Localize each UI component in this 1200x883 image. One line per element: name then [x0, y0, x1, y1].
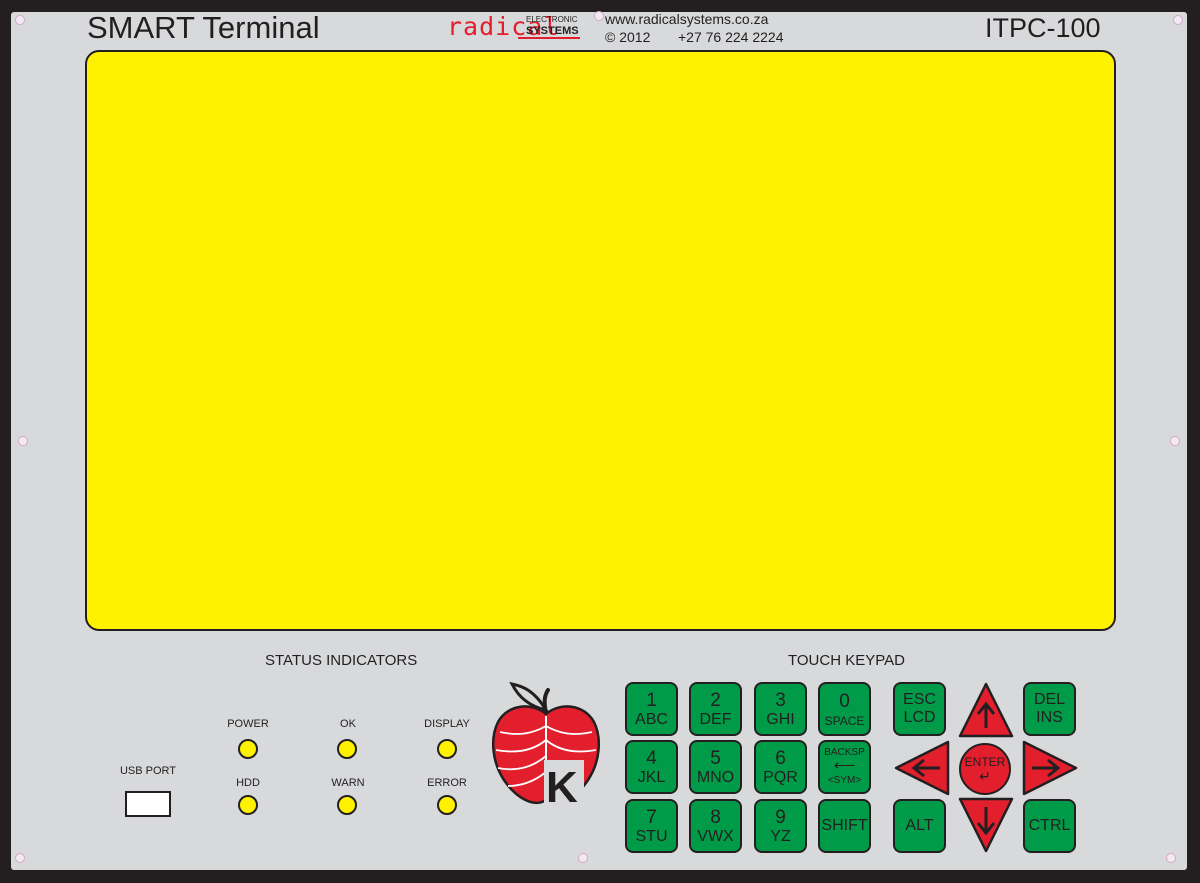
- hdd-led: [238, 795, 258, 815]
- key-5[interactable]: 5 MNO: [689, 740, 742, 794]
- key-0-space[interactable]: 0 SPACE: [818, 682, 871, 736]
- key-4-number: 4: [646, 747, 657, 769]
- power-led: [238, 739, 258, 759]
- status-indicators-heading: STATUS INDICATORS: [265, 652, 418, 669]
- screw-bottom-right: [1166, 853, 1176, 863]
- key-ctrl-label: CTRL: [1028, 817, 1071, 834]
- key-4-letters: JKL: [637, 768, 666, 786]
- key-6[interactable]: 6 PQR: [754, 740, 807, 794]
- key-backspace-sym: <SYM>: [827, 775, 862, 786]
- key-8[interactable]: 8 VWX: [689, 799, 742, 853]
- screw-bottom-center: [578, 853, 588, 863]
- key-5-letters: MNO: [696, 768, 735, 786]
- key-0-number: 0: [839, 690, 850, 712]
- key-3-number: 3: [775, 689, 786, 711]
- key-backspace[interactable]: BACKSP ⟵ <SYM>: [818, 740, 871, 794]
- key-shift[interactable]: SHIFT: [818, 799, 871, 853]
- key-ctrl[interactable]: CTRL: [1023, 799, 1076, 853]
- key-8-letters: VWX: [697, 827, 734, 845]
- touch-keypad-heading: TOUCH KEYPAD: [788, 652, 905, 669]
- error-led: [437, 795, 457, 815]
- lcd-display[interactable]: [85, 50, 1116, 631]
- key-9[interactable]: 9 YZ: [754, 799, 807, 853]
- key-7-number: 7: [646, 806, 657, 828]
- screw-top-left: [15, 15, 25, 25]
- display-led: [437, 739, 457, 759]
- arrow-right-button[interactable]: [1022, 740, 1078, 796]
- ok-led: [337, 739, 357, 759]
- key-2[interactable]: 2 DEF: [689, 682, 742, 736]
- model-number: ITPC-100: [985, 13, 1101, 43]
- key-1-number: 1: [646, 689, 657, 711]
- phone-text: +27 76 224 2224: [678, 29, 784, 45]
- device-title: SMART Terminal: [87, 10, 320, 45]
- backspace-arrow-icon: ⟵: [833, 757, 856, 774]
- brand-logo-subtitle-1: ELECTRONIC: [526, 15, 578, 24]
- led-label-power: POWER: [227, 718, 269, 730]
- key-9-number: 9: [775, 806, 786, 828]
- key-6-number: 6: [775, 747, 786, 769]
- key-5-number: 5: [710, 747, 721, 769]
- led-label-ok: OK: [340, 718, 356, 730]
- screw-top-right: [1173, 15, 1183, 25]
- key-7[interactable]: 7 STU: [625, 799, 678, 853]
- led-label-display: DISPLAY: [424, 718, 470, 730]
- key-ins-label: INS: [1036, 709, 1063, 726]
- warn-led: [337, 795, 357, 815]
- emblem-letter: K: [546, 763, 578, 812]
- key-esc-lcd[interactable]: ESC LCD: [893, 682, 946, 736]
- copyright-text: © 2012: [605, 29, 651, 45]
- led-label-warn: WARN: [331, 777, 365, 789]
- key-1[interactable]: 1 ABC: [625, 682, 678, 736]
- screw-bottom-left: [15, 853, 25, 863]
- enter-label: ENTER: [964, 754, 1006, 769]
- brand-logo-subtitle-2: SYSTEMS: [526, 25, 579, 37]
- key-2-number: 2: [710, 689, 721, 711]
- enter-return-icon: ↵: [979, 767, 991, 784]
- apple-k-emblem-icon: K: [491, 681, 601, 812]
- screw-mid-left: [18, 436, 28, 446]
- key-3-letters: GHI: [766, 710, 795, 728]
- key-esc-label: ESC: [903, 690, 936, 708]
- key-del-label: DEL: [1033, 690, 1066, 708]
- usb-port[interactable]: [125, 791, 171, 817]
- key-0-letters: SPACE: [824, 713, 865, 728]
- key-del-ins[interactable]: DEL INS: [1023, 682, 1076, 736]
- enter-button[interactable]: ENTER ↵: [959, 743, 1011, 795]
- key-alt-label: ALT: [905, 817, 934, 834]
- arrow-down-button[interactable]: [958, 797, 1014, 853]
- key-4[interactable]: 4 JKL: [625, 740, 678, 794]
- key-1-letters: ABC: [635, 710, 668, 728]
- key-6-letters: PQR: [763, 768, 798, 786]
- screw-top-center: [594, 11, 604, 21]
- brand-logo-underline: [518, 37, 580, 39]
- key-3[interactable]: 3 GHI: [754, 682, 807, 736]
- key-8-number: 8: [710, 806, 721, 828]
- usb-port-label: USB PORT: [119, 765, 177, 777]
- website-text: www.radicalsystems.co.za: [605, 11, 769, 27]
- key-9-letters: YZ: [770, 827, 791, 845]
- arrow-left-button[interactable]: [894, 740, 950, 796]
- key-shift-label: SHIFT: [821, 817, 868, 834]
- screw-mid-right: [1170, 436, 1180, 446]
- led-label-error: ERROR: [427, 777, 467, 789]
- arrow-up-button[interactable]: [958, 682, 1014, 738]
- key-7-letters: STU: [635, 827, 668, 845]
- key-lcd-label: LCD: [903, 709, 936, 726]
- key-alt[interactable]: ALT: [893, 799, 946, 853]
- key-2-letters: DEF: [699, 710, 732, 728]
- led-label-hdd: HDD: [236, 777, 260, 789]
